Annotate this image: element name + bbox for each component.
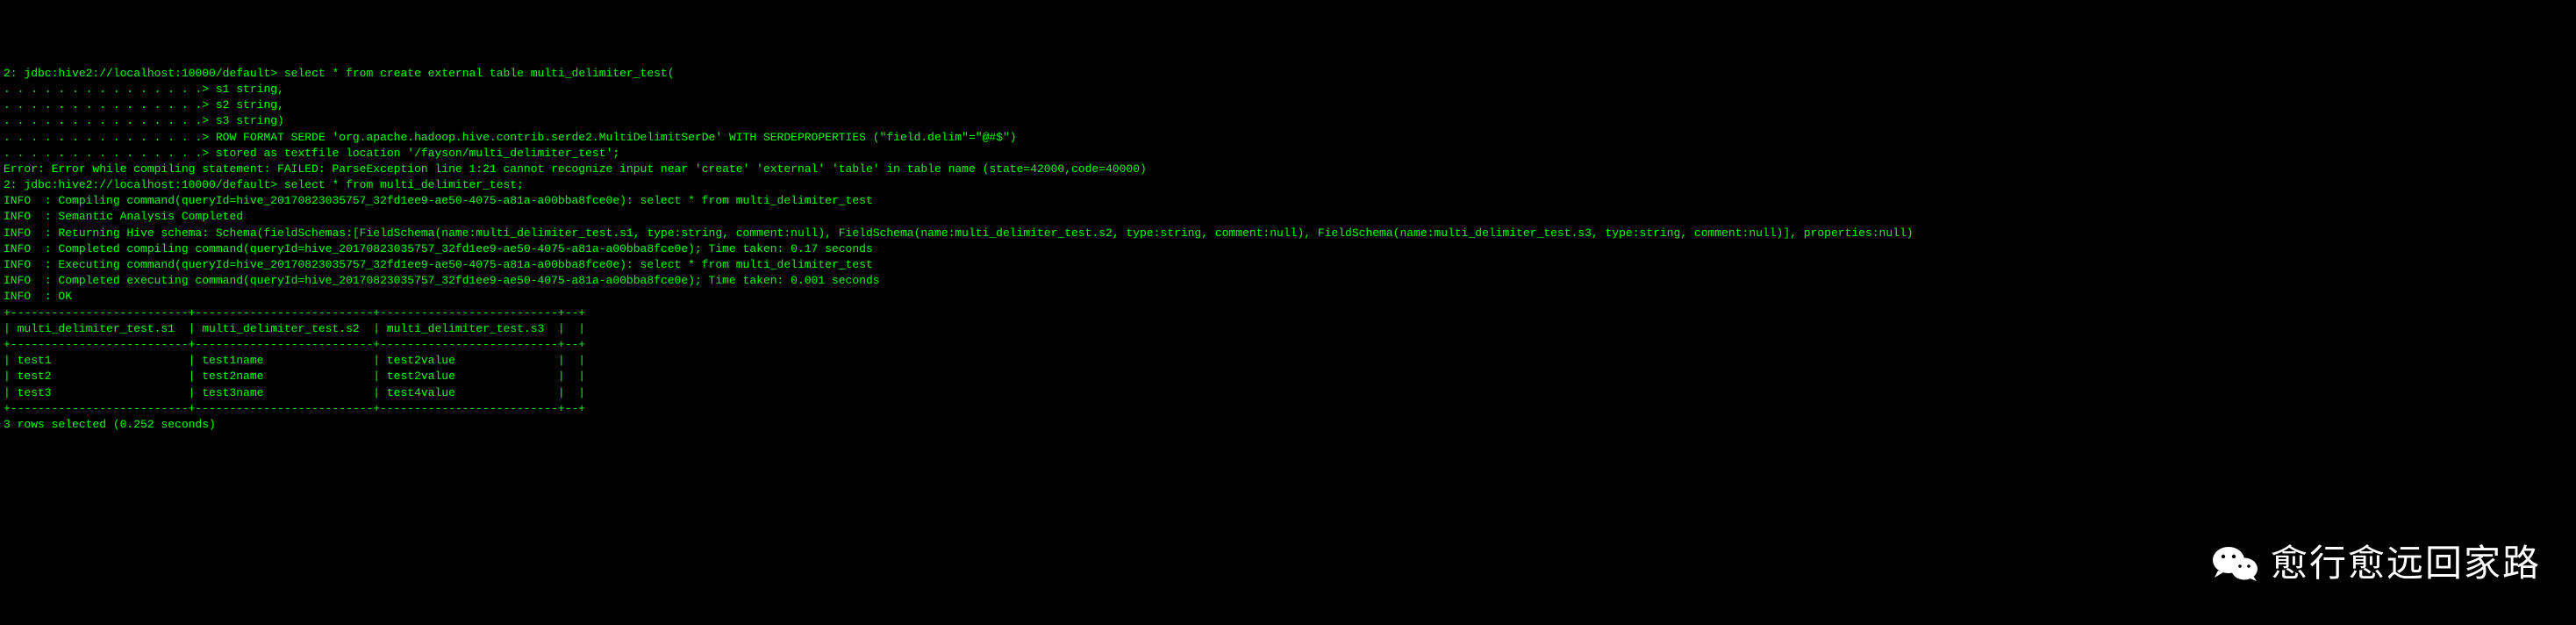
info-line: INFO : Completed executing command(query… [4, 274, 880, 287]
info-line: INFO : Compiling command(queryId=hive_20… [4, 194, 873, 207]
continuation-line[interactable]: . . . . . . . . . . . . . . .> s2 string… [4, 98, 284, 111]
info-line: INFO : Executing command(queryId=hive_20… [4, 258, 873, 271]
sql-text: select * from create external table mult… [284, 67, 675, 80]
sql-text: s3 string) [216, 114, 284, 127]
table-header: | multi_delimiter_test.s1 | multi_delimi… [4, 322, 585, 335]
watermark: 愈行愈远回家路 [2211, 538, 2541, 590]
info-line: INFO : Returning Hive schema: Schema(fie… [4, 226, 1914, 240]
table-border: +--------------------------+------------… [4, 306, 585, 320]
sql-text: ROW FORMAT SERDE 'org.apache.hadoop.hive… [216, 131, 1017, 144]
info-line: INFO : Semantic Analysis Completed [4, 210, 243, 223]
prompt-line[interactable]: 2: jdbc:hive2://localhost:10000/default>… [4, 178, 524, 191]
continuation-line[interactable]: . . . . . . . . . . . . . . .> s1 string… [4, 83, 284, 96]
continuation-prompt: . . . . . . . . . . . . . . .> [4, 114, 216, 127]
watermark-text: 愈行愈远回家路 [2271, 538, 2541, 590]
table-row: | test1 | test1name | test2value | | [4, 354, 585, 367]
table-row: | test3 | test3name | test4value | | [4, 386, 585, 399]
continuation-line[interactable]: . . . . . . . . . . . . . . .> s3 string… [4, 114, 284, 127]
sql-text: select * from multi_delimiter_test; [284, 178, 524, 191]
error-line: Error: Error while compiling statement: … [4, 162, 1147, 176]
sql-text: s1 string, [216, 83, 284, 96]
rows-selected: 3 rows selected (0.252 seconds) [4, 418, 216, 431]
beeline-prompt: 2: jdbc:hive2://localhost:10000/default> [4, 178, 284, 191]
table-border: +--------------------------+------------… [4, 402, 585, 415]
table-row: | test2 | test2name | test2value | | [4, 370, 585, 383]
info-line: INFO : Completed compiling command(query… [4, 242, 873, 255]
terminal-output: 2: jdbc:hive2://localhost:10000/default>… [4, 66, 2572, 433]
continuation-prompt: . . . . . . . . . . . . . . .> [4, 98, 216, 111]
info-line: INFO : OK [4, 290, 72, 303]
continuation-prompt: . . . . . . . . . . . . . . .> [4, 131, 216, 144]
beeline-prompt: 2: jdbc:hive2://localhost:10000/default> [4, 67, 284, 80]
continuation-line[interactable]: . . . . . . . . . . . . . . .> stored as… [4, 147, 619, 160]
continuation-line[interactable]: . . . . . . . . . . . . . . .> ROW FORMA… [4, 131, 1017, 144]
prompt-line[interactable]: 2: jdbc:hive2://localhost:10000/default>… [4, 67, 675, 80]
continuation-prompt: . . . . . . . . . . . . . . .> [4, 147, 216, 160]
continuation-prompt: . . . . . . . . . . . . . . .> [4, 83, 216, 96]
sql-text: s2 string, [216, 98, 284, 111]
sql-text: stored as textfile location '/fayson/mul… [216, 147, 619, 160]
wechat-icon [2211, 544, 2260, 585]
table-border: +--------------------------+------------… [4, 338, 585, 351]
